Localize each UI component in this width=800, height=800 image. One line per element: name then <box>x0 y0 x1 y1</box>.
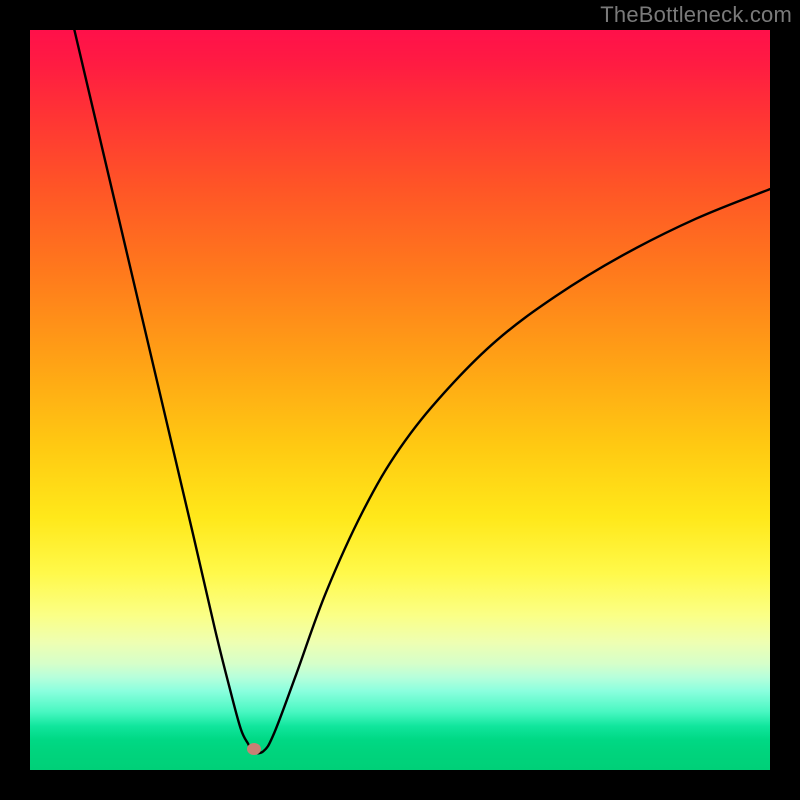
plot-area <box>30 30 770 770</box>
curve-layer <box>30 30 770 770</box>
watermark-text: TheBottleneck.com <box>600 2 792 28</box>
chart-frame: TheBottleneck.com <box>0 0 800 800</box>
minimum-marker <box>247 743 261 755</box>
bottleneck-curve <box>74 30 770 753</box>
